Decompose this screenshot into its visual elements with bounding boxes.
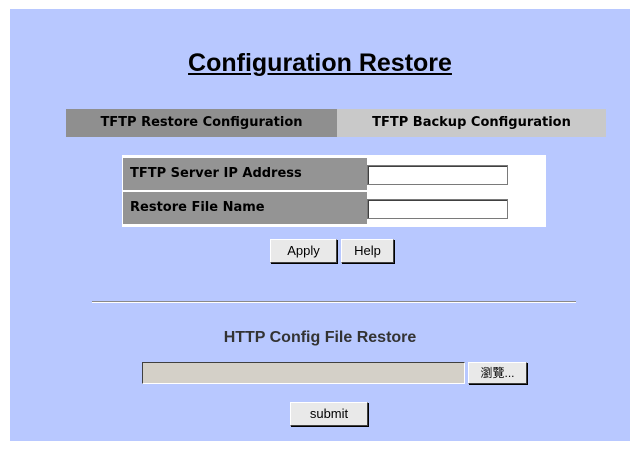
help-button[interactable]: Help <box>341 239 394 263</box>
file-name-row: Restore File Name <box>122 192 546 224</box>
file-path-field[interactable] <box>142 362 465 384</box>
server-ip-label: TFTP Server IP Address <box>123 158 367 190</box>
http-restore-title: HTTP Config File Restore <box>223 329 417 346</box>
tab-tftp-restore[interactable]: TFTP Restore Configuration <box>66 109 337 137</box>
file-name-input[interactable] <box>367 199 508 219</box>
tab-tftp-backup[interactable]: TFTP Backup Configuration <box>337 109 606 137</box>
tftp-restore-form: TFTP Server IP Address Restore File Name <box>122 155 546 227</box>
submit-button[interactable]: submit <box>290 402 368 426</box>
browse-button[interactable]: 瀏覽... <box>468 362 527 384</box>
file-name-label: Restore File Name <box>123 192 367 224</box>
content-panel: Configuration Restore TFTP Restore Confi… <box>10 9 630 441</box>
apply-button[interactable]: Apply <box>270 239 337 263</box>
tab-bar: TFTP Restore Configuration TFTP Backup C… <box>66 109 606 137</box>
section-divider <box>92 301 576 303</box>
page-title: Configuration Restore <box>188 49 452 77</box>
server-ip-input[interactable] <box>367 165 508 185</box>
server-ip-row: TFTP Server IP Address <box>122 158 546 190</box>
